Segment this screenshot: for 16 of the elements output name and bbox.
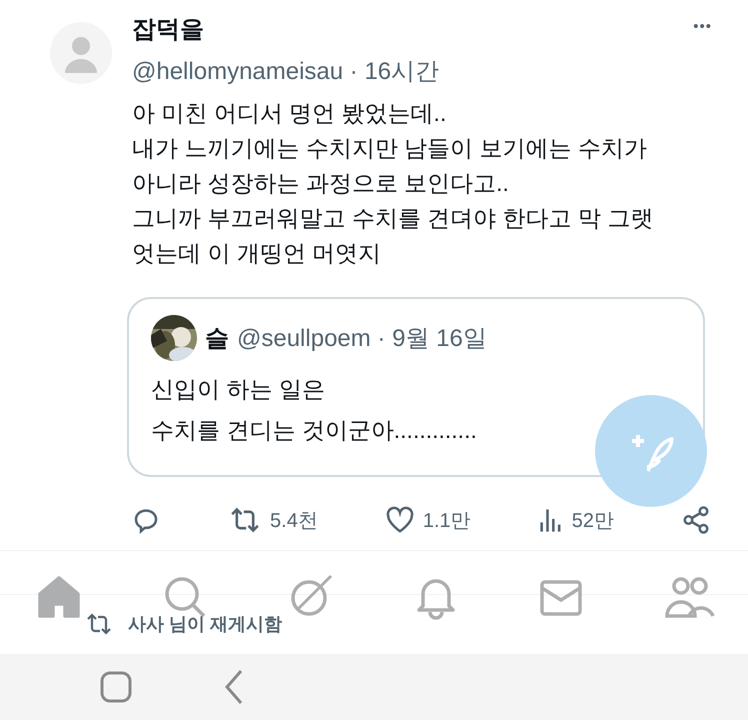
post-text: 아 미친 어디서 명언 봤었는데.. 내가 느끼기에는 수치지만 남들이 보기에는 수치가 아니라 성장하는 과정으로 보인다고.. 그니까 부끄러워말고 수치를 견뎌야 한다고 막 그랫 엇는데 이 개띵언 머엿지	[132, 99, 654, 268]
quoted-text: 신입이 하는 일은 수치를 견디는 것이군아.............	[151, 375, 478, 445]
home-icon[interactable]	[36, 574, 82, 620]
recents-button[interactable]	[100, 671, 132, 703]
back-button[interactable]	[224, 669, 244, 705]
author-name[interactable]: 잡덕을	[132, 13, 204, 45]
heart-icon[interactable]	[384, 506, 415, 534]
more-button[interactable]: •••	[693, 18, 712, 35]
handle-and-time: @hellomynameisau · 16시간	[132, 57, 440, 87]
share-icon[interactable]	[681, 505, 711, 535]
repost-label: 사사 님이 재게시함	[128, 613, 282, 636]
views-count: 52만	[572, 508, 614, 534]
quoted-handle-and-date: @seullpoem · 9월 16일	[237, 324, 487, 354]
quoted-author-name: 슬	[205, 324, 229, 354]
like-count: 1.1만	[422, 508, 471, 534]
repost-count: 5.4천	[270, 508, 318, 534]
